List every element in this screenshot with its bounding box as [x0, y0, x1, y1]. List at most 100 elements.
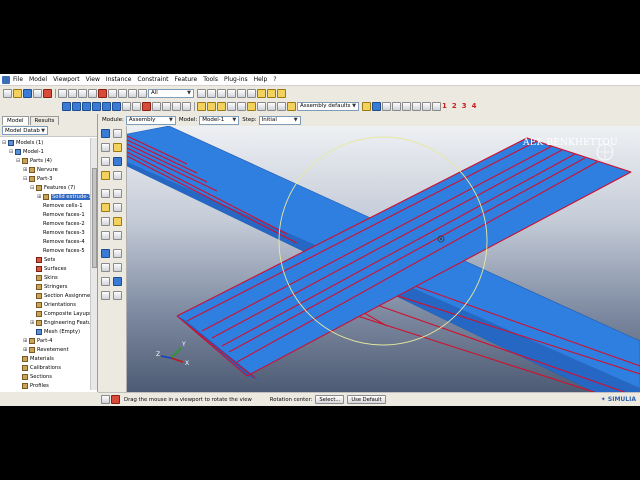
- open-icon[interactable]: [13, 88, 22, 98]
- create-surface-icon[interactable]: [113, 231, 122, 240]
- menu-viewport[interactable]: Viewport: [53, 76, 80, 83]
- undo-view-icon[interactable]: [128, 88, 137, 98]
- virtual-topology-icon[interactable]: [113, 249, 122, 258]
- display-group-icon[interactable]: [237, 101, 246, 111]
- point-icon[interactable]: [432, 101, 441, 111]
- tree-node[interactable]: Composite Layups: [30, 309, 90, 318]
- show-all-icon[interactable]: [277, 88, 286, 98]
- model-database-combo[interactable]: Model Datab ▼: [2, 126, 48, 135]
- render-shaded-edges-icon[interactable]: [92, 101, 101, 111]
- model-combo[interactable]: Model-1 ▼: [199, 115, 240, 125]
- deselect-icon[interactable]: [247, 88, 256, 98]
- menu-feature[interactable]: Feature: [175, 76, 198, 83]
- view-1-button[interactable]: 1: [442, 102, 447, 110]
- select-button[interactable]: Select...: [315, 395, 345, 404]
- position-icon[interactable]: [113, 277, 122, 286]
- query-icon[interactable]: [101, 263, 110, 272]
- select-inside-icon[interactable]: [217, 88, 226, 98]
- axis-icon[interactable]: [412, 101, 421, 111]
- tree-node[interactable]: ⊟ Features (7): [30, 183, 75, 192]
- pan-icon[interactable]: [58, 88, 67, 98]
- auto-fit-icon[interactable]: [108, 88, 117, 98]
- render-wireframe-icon[interactable]: [62, 101, 71, 111]
- tree-node[interactable]: ⊞ Revetement: [23, 345, 69, 354]
- tree-node[interactable]: Mesh (Empty): [30, 327, 80, 336]
- back-arrow-icon[interactable]: [101, 395, 110, 404]
- undo-icon[interactable]: [257, 101, 266, 111]
- datum-icon[interactable]: [402, 101, 411, 111]
- rotate-to-icon[interactable]: [101, 277, 110, 286]
- tree-node[interactable]: ⊟ Parts (4): [16, 156, 52, 165]
- datum-point-icon[interactable]: [101, 203, 110, 212]
- constraint-icon[interactable]: [113, 189, 122, 198]
- view-4-button[interactable]: 4: [472, 102, 477, 110]
- tree-node[interactable]: ⊞ Engineering Featu: [30, 318, 90, 327]
- datum-axis-icon[interactable]: [113, 203, 122, 212]
- menu-help[interactable]: Help: [254, 76, 268, 83]
- step-combo[interactable]: Initial ▼: [258, 115, 301, 125]
- highlight-icon[interactable]: [247, 101, 256, 111]
- tree-node[interactable]: ⊞ Part-4: [23, 336, 52, 345]
- rotate-instance-icon[interactable]: [113, 143, 122, 152]
- tree-node[interactable]: Calibrations: [16, 363, 61, 372]
- color-icon[interactable]: [287, 101, 296, 111]
- partition-icon[interactable]: [101, 249, 110, 258]
- views-icon[interactable]: [102, 101, 111, 111]
- manage-icon[interactable]: [277, 101, 286, 111]
- coord-system-icon[interactable]: [101, 189, 110, 198]
- mesh-seed-icon[interactable]: [101, 291, 110, 300]
- menu-model[interactable]: Model: [29, 76, 47, 83]
- tree-node[interactable]: Remove cells-1: [37, 201, 83, 210]
- tree-node[interactable]: Sets: [30, 255, 55, 264]
- redo-icon[interactable]: [267, 101, 276, 111]
- options-icon[interactable]: [182, 101, 191, 111]
- linear-pattern-icon[interactable]: [101, 157, 110, 166]
- expand-toggle-icon[interactable]: ⊞: [23, 347, 28, 353]
- new-icon[interactable]: [3, 88, 12, 98]
- display-group-icon[interactable]: [113, 291, 122, 300]
- perspective-icon[interactable]: [122, 101, 131, 111]
- module-combo[interactable]: Assembly ▼: [125, 115, 176, 125]
- cancel-icon[interactable]: [111, 395, 120, 404]
- query-icon[interactable]: [43, 88, 52, 98]
- expand-toggle-icon[interactable]: ⊟: [9, 149, 14, 155]
- query-info-icon[interactable]: [227, 101, 236, 111]
- tab-results[interactable]: Results: [29, 116, 60, 125]
- menu-plugins[interactable]: Plug-ins: [224, 76, 248, 83]
- menu-view[interactable]: View: [86, 76, 100, 83]
- tree-scrollbar[interactable]: [90, 138, 97, 390]
- color-code-icon[interactable]: [197, 101, 206, 111]
- radial-pattern-icon[interactable]: [113, 157, 122, 166]
- expand-toggle-icon[interactable]: ⊟: [2, 140, 7, 146]
- tab-model[interactable]: Model: [2, 116, 29, 125]
- tree-node[interactable]: Remove faces-3: [37, 228, 85, 237]
- menu-tools[interactable]: Tools: [203, 76, 218, 83]
- menu-file[interactable]: File: [13, 76, 23, 83]
- line-icon[interactable]: [132, 101, 141, 111]
- select-outside-icon[interactable]: [237, 88, 246, 98]
- replace-icon[interactable]: [113, 171, 122, 180]
- color-scheme-combo[interactable]: Assembly defaults ▼: [297, 101, 359, 111]
- translate-to-icon[interactable]: [113, 263, 122, 272]
- menu-constraint[interactable]: Constraint: [137, 76, 168, 83]
- tree-node[interactable]: Stringers: [30, 282, 68, 291]
- select-mode-icon[interactable]: [197, 88, 206, 98]
- plane-icon[interactable]: [422, 101, 431, 111]
- expand-toggle-icon[interactable]: ⊞: [23, 338, 28, 344]
- expand-toggle-icon[interactable]: ⊞: [37, 194, 42, 200]
- iso-view-icon[interactable]: [112, 101, 121, 111]
- tree-node[interactable]: Orientations: [30, 300, 76, 309]
- triad-icon[interactable]: [392, 101, 401, 111]
- tree-node[interactable]: ⊞ Solid extrude-1: [37, 192, 90, 201]
- remove-selected-icon[interactable]: [267, 88, 276, 98]
- tree-node[interactable]: Section Assignmen: [30, 291, 90, 300]
- tree-node[interactable]: ⊟ Models (1): [2, 138, 43, 147]
- expand-toggle-icon[interactable]: ⊞: [23, 167, 28, 173]
- view-3-button[interactable]: 3: [462, 102, 467, 110]
- layout-icon[interactable]: [172, 101, 181, 111]
- cycle-views-icon[interactable]: [118, 88, 127, 98]
- rotate-icon[interactable]: [68, 88, 77, 98]
- select-from-viewport-icon[interactable]: [207, 88, 216, 98]
- viewport-canvas[interactable]: Y X Z: [127, 126, 640, 393]
- tree-node[interactable]: ⊟ Model-1: [9, 147, 44, 156]
